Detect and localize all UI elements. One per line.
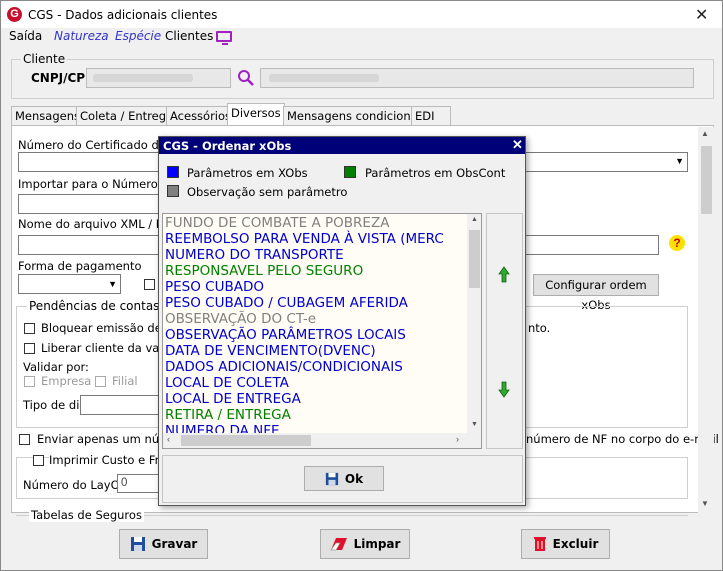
window-title: CGS - Dados adicionais clientes (28, 8, 218, 22)
list-item[interactable]: LOCAL DE COLETA (165, 375, 289, 391)
scroll-up-icon[interactable]: ▲ (471, 216, 478, 223)
dialog-title-bar: CGS - Ordenar xObs ✕ (159, 137, 525, 154)
scroll-down-icon[interactable]: ▼ (471, 421, 478, 428)
cliente-legend: Cliente (21, 52, 68, 66)
menu-natureza[interactable]: Natureza (54, 29, 109, 43)
list-item[interactable]: LOCAL DE ENTREGA (165, 391, 301, 407)
list-vertical-thumb[interactable] (469, 230, 480, 288)
excluir-button[interactable]: Excluir (521, 529, 610, 559)
layout-label: Número do LayOut (23, 478, 132, 492)
filial-checkbox[interactable] (95, 376, 106, 387)
move-up-icon[interactable] (498, 266, 510, 287)
help-icon[interactable]: ? (669, 235, 685, 251)
forma-pagamento-label: Forma de pagamento (18, 259, 142, 273)
move-arrows-panel (486, 213, 523, 449)
list-item[interactable]: PESO CUBADO / CUBAGEM AFERIDA (165, 295, 408, 311)
scroll-right-icon[interactable]: › (456, 434, 459, 444)
menu-bar: Saída Natureza Espécie Clientes (1, 28, 722, 47)
list-horizontal-thumb[interactable] (181, 435, 311, 446)
tab-coleta-entrega[interactable]: Coleta / Entrega (76, 106, 178, 125)
dialog-close-icon[interactable]: ✕ (512, 137, 523, 153)
scroll-corner (467, 433, 481, 448)
save-icon (130, 537, 145, 551)
imprimir-checkbox[interactable] (33, 455, 44, 466)
validar-por-label: Validar por: (23, 360, 89, 374)
forma-pagamento-select[interactable]: ▼ (18, 274, 121, 294)
menu-especie[interactable]: Espécie (115, 29, 161, 43)
forma-pagamento-checkbox[interactable] (144, 279, 155, 290)
limpar-button[interactable]: Limpar (320, 529, 410, 559)
list-item[interactable]: NUMERO DO TRANSPORTE (165, 247, 344, 263)
save-icon (325, 472, 339, 485)
xobs-list[interactable]: FUNDO DE COMBATE A POBREZA REEMBOLSO PAR… (162, 213, 482, 449)
tab-acessorios[interactable]: Acessórios (166, 106, 236, 125)
legend-sem-parametro-label: Observação sem parâmetro (187, 185, 348, 199)
tab-edi[interactable]: EDI (411, 106, 451, 125)
dialog-title: CGS - Ordenar xObs (163, 139, 292, 153)
app-logo-icon: G (7, 7, 22, 22)
list-item[interactable]: REEMBOLSO PARA VENDA À VISTA (MERC (165, 231, 444, 247)
menu-saida[interactable]: Saída (9, 29, 42, 43)
gravar-button[interactable]: Gravar (119, 529, 208, 559)
gravar-label: Gravar (151, 537, 198, 551)
cnpj-input[interactable] (86, 68, 231, 88)
tipo-dia-label: Tipo de dia (23, 398, 87, 412)
scroll-down-icon[interactable]: ▼ (701, 499, 709, 508)
tabelas-legend: Tabelas de Seguros (29, 508, 144, 522)
client-name-field (260, 68, 694, 88)
eraser-icon (329, 538, 347, 551)
list-item[interactable]: FUNDO DE COMBATE A POBREZA (165, 215, 389, 231)
list-item[interactable]: OBSERVAÇÃO PARÂMETROS LOCAIS (165, 327, 406, 343)
move-down-icon[interactable] (498, 380, 510, 401)
importar-input[interactable] (18, 194, 163, 214)
limpar-label: Limpar (353, 537, 401, 551)
tipo-dia-select[interactable] (80, 395, 160, 415)
bloquear-label-tail: nto. (528, 321, 551, 335)
list-item[interactable]: DADOS ADICIONAIS/CONDICIONAIS (165, 359, 403, 375)
list-item[interactable]: DATA DE VENCIMENTO(DVENC) (165, 343, 376, 359)
close-icon[interactable]: ✕ (695, 5, 708, 25)
scroll-left-icon[interactable]: ‹ (167, 434, 170, 444)
excluir-label: Excluir (552, 537, 599, 551)
list-item[interactable]: RETIRA / ENTREGA (165, 407, 291, 423)
chevron-down-icon: ▼ (675, 156, 684, 166)
filial-label: Filial (112, 374, 138, 388)
list-item[interactable]: OBSERVAÇÃO DO CT-e (165, 311, 316, 327)
scroll-up-icon[interactable]: ▲ (701, 129, 709, 138)
legend-green-swatch (344, 166, 356, 178)
trash-icon (533, 537, 546, 551)
ok-button[interactable]: Ok (304, 466, 384, 491)
cnpj-label: CNPJ/CPF (31, 71, 94, 85)
tab-mensagens[interactable]: Mensagens (11, 106, 84, 125)
ordenar-xobs-dialog: CGS - Ordenar xObs ✕ Parâmetros em XObs … (158, 136, 526, 506)
list-item[interactable]: RESPONSAVEL PELO SEGURO (165, 263, 363, 279)
configurar-ordem-xobs-button[interactable]: Configurar ordem xObs (533, 274, 659, 312)
search-icon[interactable] (237, 69, 255, 87)
chevron-down-icon: ▼ (108, 279, 117, 289)
enviar-checkbox[interactable] (19, 434, 30, 445)
panel-scroll-thumb[interactable] (701, 146, 712, 214)
title-bar: G CGS - Dados adicionais clientes ✕ (1, 1, 722, 28)
menu-clientes[interactable]: Clientes (165, 29, 213, 43)
empresa-checkbox[interactable] (24, 376, 35, 387)
layout-input[interactable]: 0 (117, 474, 159, 493)
enviar-label-tail: número de NF no corpo do e-mail (526, 432, 719, 446)
legend-xobs-label: Parâmetros em XObs (187, 166, 308, 180)
legend-gray-swatch (167, 185, 179, 197)
tab-diversos[interactable]: Diversos (227, 103, 285, 126)
xml-label: Nome do arquivo XML / PDF (18, 217, 179, 231)
bloquear-checkbox[interactable] (24, 323, 35, 334)
legend-blue-swatch (167, 166, 179, 178)
liberar-checkbox[interactable] (24, 343, 35, 354)
monitor-icon[interactable] (216, 31, 232, 45)
tab-mensagens-condicionais[interactable]: Mensagens condicionais (283, 106, 431, 125)
list-item[interactable]: PESO CUBADO (165, 279, 264, 295)
ok-label: Ok (344, 471, 364, 486)
empresa-label: Empresa (41, 374, 92, 388)
legend-obscont-label: Parâmetros em ObsCont (365, 166, 506, 180)
